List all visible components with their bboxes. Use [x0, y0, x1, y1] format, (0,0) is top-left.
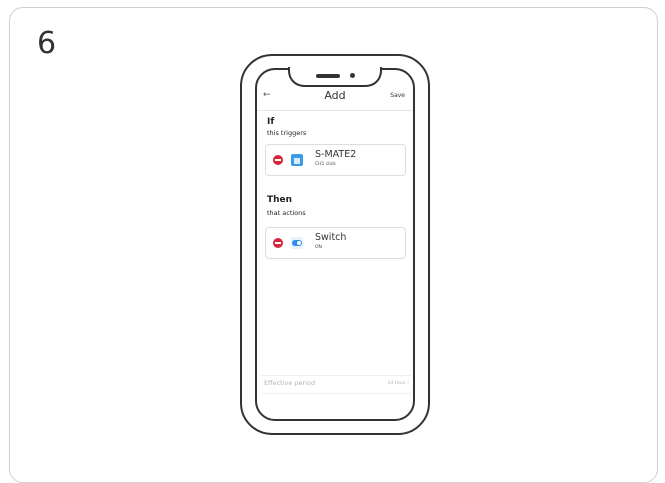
trigger-detail: CH1 click	[315, 162, 336, 167]
effective-period-label: Effective period	[264, 379, 316, 387]
action-detail: ON	[315, 245, 322, 250]
speaker-icon	[316, 74, 340, 78]
action-name: Switch	[315, 232, 347, 243]
effective-period-value: 24 Hour ›	[387, 381, 409, 386]
then-title: Then	[267, 195, 293, 205]
trigger-name: S-MATE2	[315, 149, 357, 160]
minus-circle-icon[interactable]	[273, 238, 283, 248]
switch-toggle-icon	[291, 237, 303, 249]
then-subtitle: that actions	[267, 209, 306, 217]
trigger-item[interactable]: S-MATE2 CH1 click	[265, 144, 406, 176]
minus-circle-icon[interactable]	[273, 155, 283, 165]
notch-cover	[290, 66, 380, 70]
phone-screen: ← Add Save If this triggers S-MATE2 CH1 …	[255, 68, 415, 421]
step-number: 6	[37, 26, 57, 61]
if-title: If	[267, 117, 275, 127]
save-button[interactable]: Save	[390, 92, 405, 99]
header-divider	[257, 110, 413, 111]
app-header: ← Add Save	[257, 88, 413, 110]
if-subtitle: this triggers	[267, 129, 307, 137]
camera-icon	[350, 73, 355, 78]
divider	[261, 393, 411, 394]
divider	[261, 375, 411, 376]
action-item[interactable]: Switch ON	[265, 227, 406, 259]
effective-period-row[interactable]: Effective period 24 Hour ›	[261, 375, 411, 394]
home-icon	[291, 154, 303, 166]
